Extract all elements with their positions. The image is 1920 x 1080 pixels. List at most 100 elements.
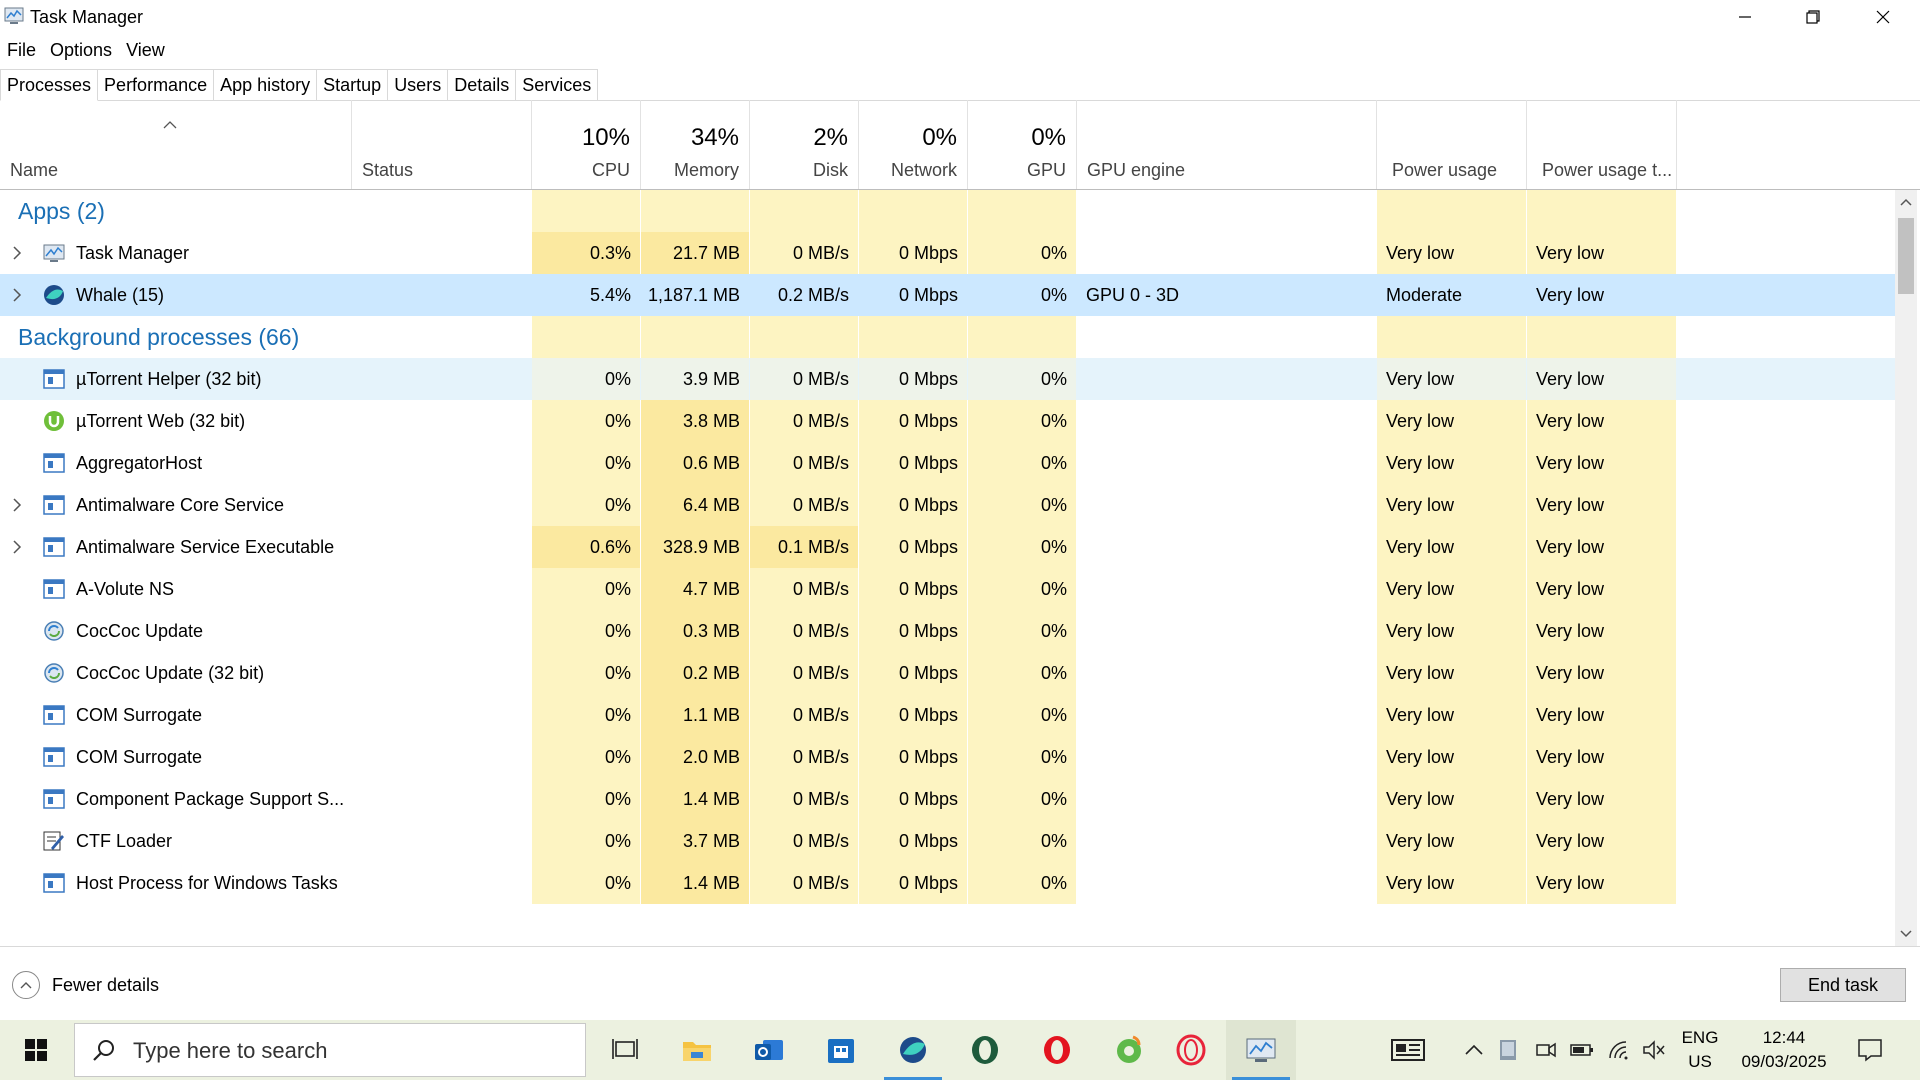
restore-button[interactable] xyxy=(1778,0,1848,34)
tab-services[interactable]: Services xyxy=(515,69,599,100)
column-header-power-usage[interactable]: Power usage xyxy=(1377,100,1527,189)
tab-app-history[interactable]: App history xyxy=(213,69,318,100)
show-hidden-icons-button[interactable] xyxy=(1460,1020,1488,1080)
search-icon xyxy=(93,1040,114,1061)
tray-app-button[interactable] xyxy=(1494,1020,1522,1080)
process-row[interactable]: COM Surrogate 0% 1.1 MB 0 MB/s 0 Mbps 0% Very … xyxy=(0,694,1900,736)
opera-button[interactable] xyxy=(1022,1020,1092,1080)
column-header-gpu-engine[interactable]: GPU engine xyxy=(1077,100,1377,189)
whale-browser-button[interactable] xyxy=(878,1020,948,1080)
input-language-button[interactable]: ENG US xyxy=(1680,1026,1720,1074)
opera-gx-button[interactable] xyxy=(950,1020,1020,1080)
column-header-power-usage-trend[interactable]: Power usage t... xyxy=(1527,100,1677,189)
opera-red-button[interactable] xyxy=(1156,1020,1226,1080)
task-manager-icon xyxy=(1246,1038,1276,1062)
scroll-down-icon[interactable] xyxy=(1900,930,1912,938)
power-usage-cell: Moderate xyxy=(1386,285,1463,305)
process-name: CocCoc Update (32 bit) xyxy=(76,663,265,683)
process-row[interactable]: Antimalware Service Executable 0.6% 328.9 … xyxy=(0,526,1900,568)
volume-button[interactable] xyxy=(1640,1020,1668,1080)
file-explorer-button[interactable] xyxy=(662,1020,732,1080)
battery-icon xyxy=(1570,1044,1593,1056)
store-button[interactable] xyxy=(806,1020,876,1080)
chevron-right-icon[interactable] xyxy=(12,497,22,518)
process-row[interactable]: CocCoc Update 0% 0.3 MB 0 MB/s 0 Mbps 0% Very … xyxy=(0,610,1900,652)
network-cell: 0 Mbps xyxy=(859,568,967,610)
power-usage-trend-cell: Very low xyxy=(1527,484,1676,526)
news-widget-button[interactable] xyxy=(1386,1020,1430,1080)
process-row[interactable]: CocCoc Update (32 bit) 0% 0.2 MB 0 MB/s 0 Mb… xyxy=(0,652,1900,694)
start-button[interactable] xyxy=(0,1020,72,1080)
process-row[interactable]: A-Volute NS 0% 4.7 MB 0 MB/s 0 Mbps 0% Very lo… xyxy=(0,568,1900,610)
process-name-cell[interactable]: Antimalware Service Executable xyxy=(0,526,532,568)
outlook-button[interactable] xyxy=(734,1020,804,1080)
tab-startup[interactable]: Startup xyxy=(316,69,389,100)
process-name-cell[interactable]: Antimalware Core Service xyxy=(0,484,532,526)
tab-details[interactable]: Details xyxy=(447,69,517,100)
gpu-engine-cell xyxy=(1077,694,1376,736)
process-name-cell[interactable]: AggregatorHost xyxy=(0,442,532,484)
process-name-cell[interactable]: Whale (15) xyxy=(0,274,532,316)
column-header-gpu[interactable]: 0% GPU xyxy=(968,100,1077,189)
process-name-cell[interactable]: Host Process for Windows Tasks xyxy=(0,862,532,904)
clock-button[interactable]: 12:44 09/03/2025 xyxy=(1734,1026,1834,1074)
process-name-cell[interactable]: Task Manager xyxy=(0,232,532,274)
process-row[interactable]: Component Package Support S... 0% 1.4 MB 0 … xyxy=(0,778,1900,820)
close-button[interactable] xyxy=(1848,0,1918,34)
meet-now-button[interactable] xyxy=(1532,1020,1560,1080)
gpu-cell: 0% xyxy=(968,736,1076,778)
process-name-cell[interactable]: COM Surrogate xyxy=(0,694,532,736)
process-row[interactable]: Host Process for Windows Tasks 0% 1.4 MB 0 … xyxy=(0,862,1900,904)
scroll-up-icon[interactable] xyxy=(1900,198,1912,206)
notification-center-button[interactable] xyxy=(1850,1020,1890,1080)
tab-users[interactable]: Users xyxy=(387,69,449,100)
fewer-details-button[interactable]: Fewer details xyxy=(12,971,159,999)
column-header-cpu[interactable]: 10% CPU xyxy=(532,100,641,189)
process-row[interactable]: AggregatorHost 0% 0.6 MB 0 MB/s 0 Mbps 0% Very… xyxy=(0,442,1900,484)
process-row[interactable]: Whale (15) 5.4% 1,187.1 MB 0.2 MB/s 0 Mbps 0%… xyxy=(0,274,1900,316)
heat-cell xyxy=(968,316,1076,358)
column-header-status[interactable]: Status xyxy=(352,100,532,189)
chevron-right-icon[interactable] xyxy=(12,287,22,308)
process-row[interactable]: µTorrent Web (32 bit) 0% 3.8 MB 0 MB/s 0 Mbp… xyxy=(0,400,1900,442)
tab-processes[interactable]: Processes xyxy=(0,69,99,101)
service-window-icon xyxy=(43,452,65,474)
process-row[interactable]: CTF Loader 0% 3.7 MB 0 MB/s 0 Mbps 0% Very low… xyxy=(0,820,1900,862)
minimize-button[interactable] xyxy=(1710,0,1780,34)
process-name-cell[interactable]: Component Package Support S... xyxy=(0,778,532,820)
process-name-cell[interactable]: CTF Loader xyxy=(0,820,532,862)
column-header-memory[interactable]: 34% Memory xyxy=(641,100,750,189)
task-view-button[interactable] xyxy=(590,1020,660,1080)
tab-performance[interactable]: Performance xyxy=(97,69,215,100)
heat-cell xyxy=(859,316,967,358)
vertical-scrollbar[interactable] xyxy=(1895,190,1917,946)
process-name-cell[interactable]: COM Surrogate xyxy=(0,736,532,778)
gpu-engine-cell xyxy=(1077,820,1376,862)
battery-button[interactable] xyxy=(1568,1020,1596,1080)
chevron-right-icon[interactable] xyxy=(12,539,22,560)
column-header-network[interactable]: 0% Network xyxy=(859,100,968,189)
process-name-cell[interactable]: A-Volute NS xyxy=(0,568,532,610)
menu-options[interactable]: Options xyxy=(43,37,119,63)
menu-view[interactable]: View xyxy=(119,37,172,63)
menu-file[interactable]: File xyxy=(0,37,43,63)
process-row[interactable]: Task Manager 0.3% 21.7 MB 0 MB/s 0 Mbps 0% Ver… xyxy=(0,232,1900,274)
task-manager-taskbar-button[interactable] xyxy=(1226,1020,1296,1080)
process-name-cell[interactable]: CocCoc Update (32 bit) xyxy=(0,652,532,694)
process-name-cell[interactable]: µTorrent Web (32 bit) xyxy=(0,400,532,442)
scrollbar-thumb[interactable] xyxy=(1898,218,1914,294)
end-task-button[interactable]: End task xyxy=(1780,968,1906,1002)
process-name-cell[interactable]: CocCoc Update xyxy=(0,610,532,652)
chevron-right-icon[interactable] xyxy=(12,245,22,266)
process-row[interactable]: µTorrent Helper (32 bit) 0% 3.9 MB 0 MB/s 0 … xyxy=(0,358,1900,400)
gpu-cell: 0% xyxy=(968,568,1076,610)
coccoc-button[interactable] xyxy=(1094,1020,1164,1080)
taskbar-search-box[interactable]: Type here to search xyxy=(74,1023,586,1077)
search-placeholder: Type here to search xyxy=(133,1038,328,1063)
process-row[interactable]: Antimalware Core Service 0% 6.4 MB 0 MB/s 0 … xyxy=(0,484,1900,526)
column-header-name[interactable]: Name xyxy=(0,100,352,189)
wifi-button[interactable] xyxy=(1606,1020,1634,1080)
column-header-disk[interactable]: 2% Disk xyxy=(750,100,859,189)
process-name-cell[interactable]: µTorrent Helper (32 bit) xyxy=(0,358,532,400)
process-row[interactable]: COM Surrogate 0% 2.0 MB 0 MB/s 0 Mbps 0% Very … xyxy=(0,736,1900,778)
